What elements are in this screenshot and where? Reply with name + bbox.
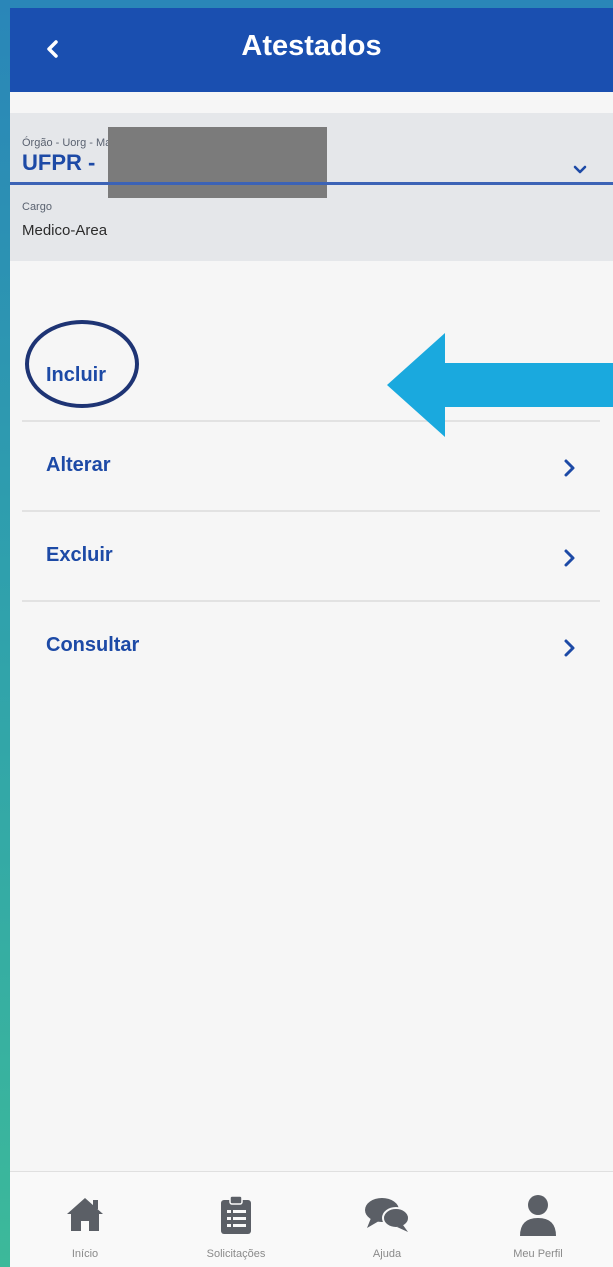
chat-bubbles-icon <box>365 1198 410 1232</box>
chevron-right-icon <box>564 549 575 567</box>
nav-label: Ajuda <box>372 1248 402 1260</box>
page-title: Atestados <box>241 30 382 62</box>
nav-label: Início <box>71 1248 99 1260</box>
nav-item-ajuda[interactable]: Ajuda <box>312 1172 462 1267</box>
home-icon <box>67 1198 103 1231</box>
clipboard-icon <box>221 1195 251 1234</box>
cargo-value: Medico-Area <box>22 222 108 239</box>
orgao-value: UFPR - <box>22 150 96 175</box>
nav-item-solicitacoes[interactable]: Solicitações <box>161 1172 311 1267</box>
redaction-box <box>108 127 327 198</box>
cargo-label: Cargo <box>22 201 52 213</box>
nav-item-inicio[interactable]: Início <box>10 1172 160 1267</box>
menu-item-label: Consultar <box>46 634 140 656</box>
app-bar: Atestados <box>10 8 613 92</box>
menu-item-label: Excluir <box>46 544 113 566</box>
app-screen: Atestados Órgão - Uorg - Matrícula UFPR … <box>10 8 613 1267</box>
user-icon <box>520 1195 556 1236</box>
nav-label: Meu Perfil <box>513 1248 563 1260</box>
menu-item-label: Alterar <box>46 454 111 476</box>
chevron-right-icon <box>564 459 575 477</box>
nav-item-meu-perfil[interactable]: Meu Perfil <box>463 1172 613 1267</box>
orgao-selector[interactable]: Órgão - Uorg - Matrícula UFPR - Cargo Me… <box>10 113 613 261</box>
chevron-down-icon[interactable] <box>568 157 592 181</box>
highlight-circle <box>25 320 139 408</box>
nav-label: Solicitações <box>206 1248 266 1260</box>
dropdown-underline <box>10 182 613 185</box>
menu-item-consultar[interactable]: Consultar <box>22 602 600 692</box>
bottom-nav: Início Solicitações Ajuda Meu Perfil <box>10 1171 613 1267</box>
pointer-arrow-icon <box>387 333 613 437</box>
chevron-right-icon <box>564 639 575 657</box>
menu-item-excluir[interactable]: Excluir <box>22 512 600 602</box>
